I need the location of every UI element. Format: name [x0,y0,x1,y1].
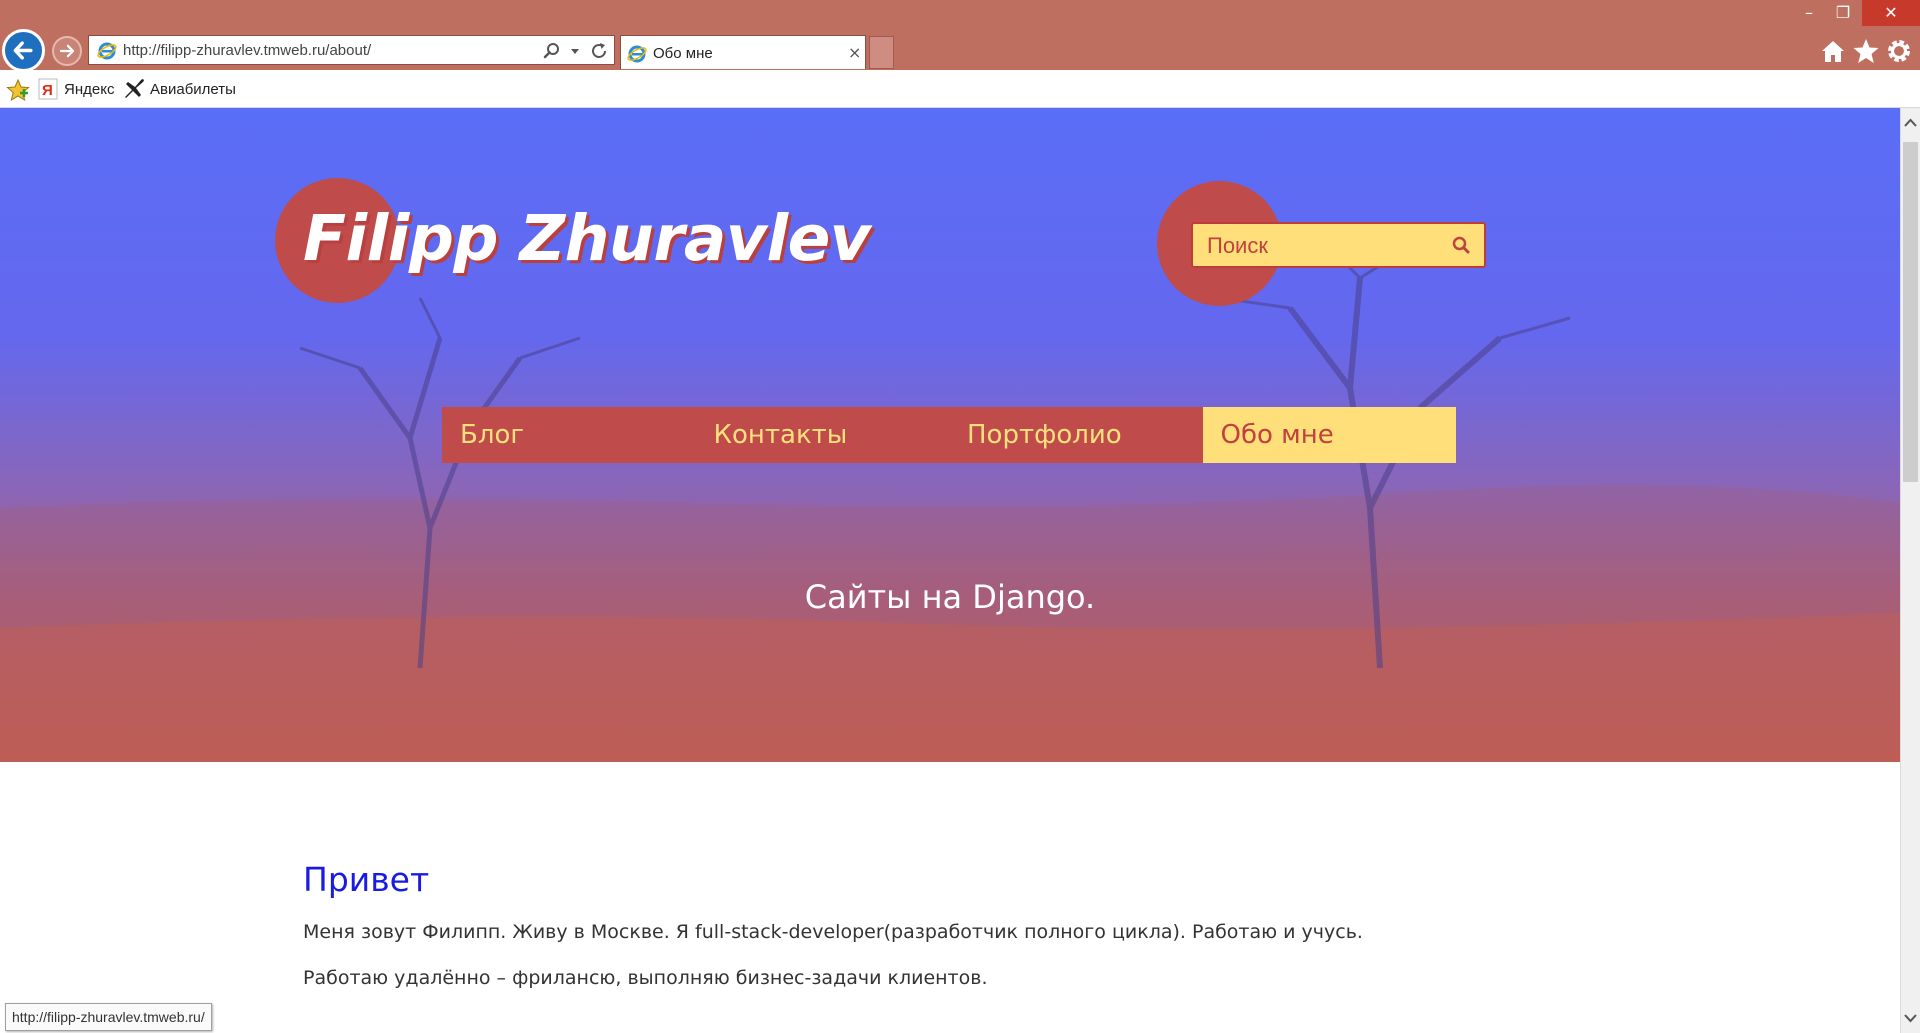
ie-icon [97,42,117,60]
minimize-button[interactable]: – [1792,0,1826,26]
search-input[interactable] [1207,233,1437,259]
hero-section: Filipp Zhuravlev Блог Контакты Портфолио… [0,108,1900,762]
nav-contacts[interactable]: Контакты [696,407,950,463]
search-icon[interactable] [543,42,561,60]
favorite-yandex-link[interactable]: Яндекс [64,81,114,98]
gear-icon[interactable] [1884,36,1914,66]
main-navigation: Блог Контакты Портфолио Обо мне [442,407,1456,463]
page-heading: Привет [303,860,430,899]
vertical-scrollbar[interactable] [1900,108,1920,1033]
nav-about[interactable]: Обо мне [1202,407,1456,463]
forward-button[interactable] [52,36,82,66]
ie-icon [627,45,647,63]
scrollbar-thumb[interactable] [1903,142,1918,482]
tab-about[interactable]: Обо мне × [620,35,866,69]
favorites-star-icon[interactable] [1851,36,1881,66]
arrow-left-icon [13,41,33,60]
add-favorite-star-icon[interactable] [6,79,30,101]
back-button[interactable] [2,29,45,72]
search-form [1191,222,1486,268]
address-bar[interactable]: http://filipp-zhuravlev.tmweb.ru/about/ [88,35,615,65]
site-logo[interactable]: Filipp Zhuravlev [303,202,871,275]
nav-blog[interactable]: Блог [442,407,696,463]
refresh-icon[interactable] [589,41,609,61]
svg-text:Я: Я [42,82,53,99]
browser-titlebar: http://filipp-zhuravlev.tmweb.ru/about/ … [0,0,1920,72]
nav-portfolio[interactable]: Портфолио [949,407,1203,463]
arrow-right-icon [59,44,75,58]
plane-icon [125,79,144,98]
chevron-up-icon[interactable] [1901,108,1920,138]
favorites-bar: Я Яндекс Авиабилеты [0,70,1920,108]
main-content: Привет Меня зовут Филипп. Живу в Москве.… [303,860,1703,1013]
paragraph: Меня зовут Филипп. Живу в Москве. Я full… [303,921,1363,943]
dropdown-icon[interactable] [569,42,581,60]
tab-title: Обо мне [653,45,713,62]
paragraph: Работаю удалённо – фрилансю, выполняю би… [303,967,988,989]
search-icon[interactable] [1451,235,1471,255]
close-button[interactable]: ✕ [1862,0,1920,26]
yandex-icon: Я [38,78,58,100]
page-viewport: Filipp Zhuravlev Блог Контакты Портфолио… [0,108,1900,1033]
url-text[interactable]: http://filipp-zhuravlev.tmweb.ru/about/ [123,42,371,59]
home-icon[interactable] [1818,36,1848,66]
close-tab-icon[interactable]: × [848,43,861,62]
hero-tagline: Сайты на Django. [804,578,1096,616]
favorite-avia-link[interactable]: Авиабилеты [150,81,236,98]
maximize-button[interactable]: ❐ [1826,0,1860,26]
new-tab-button[interactable] [869,36,894,69]
chevron-down-icon[interactable] [1901,1003,1920,1033]
status-bar-url: http://filipp-zhuravlev.tmweb.ru/ [5,1003,212,1031]
